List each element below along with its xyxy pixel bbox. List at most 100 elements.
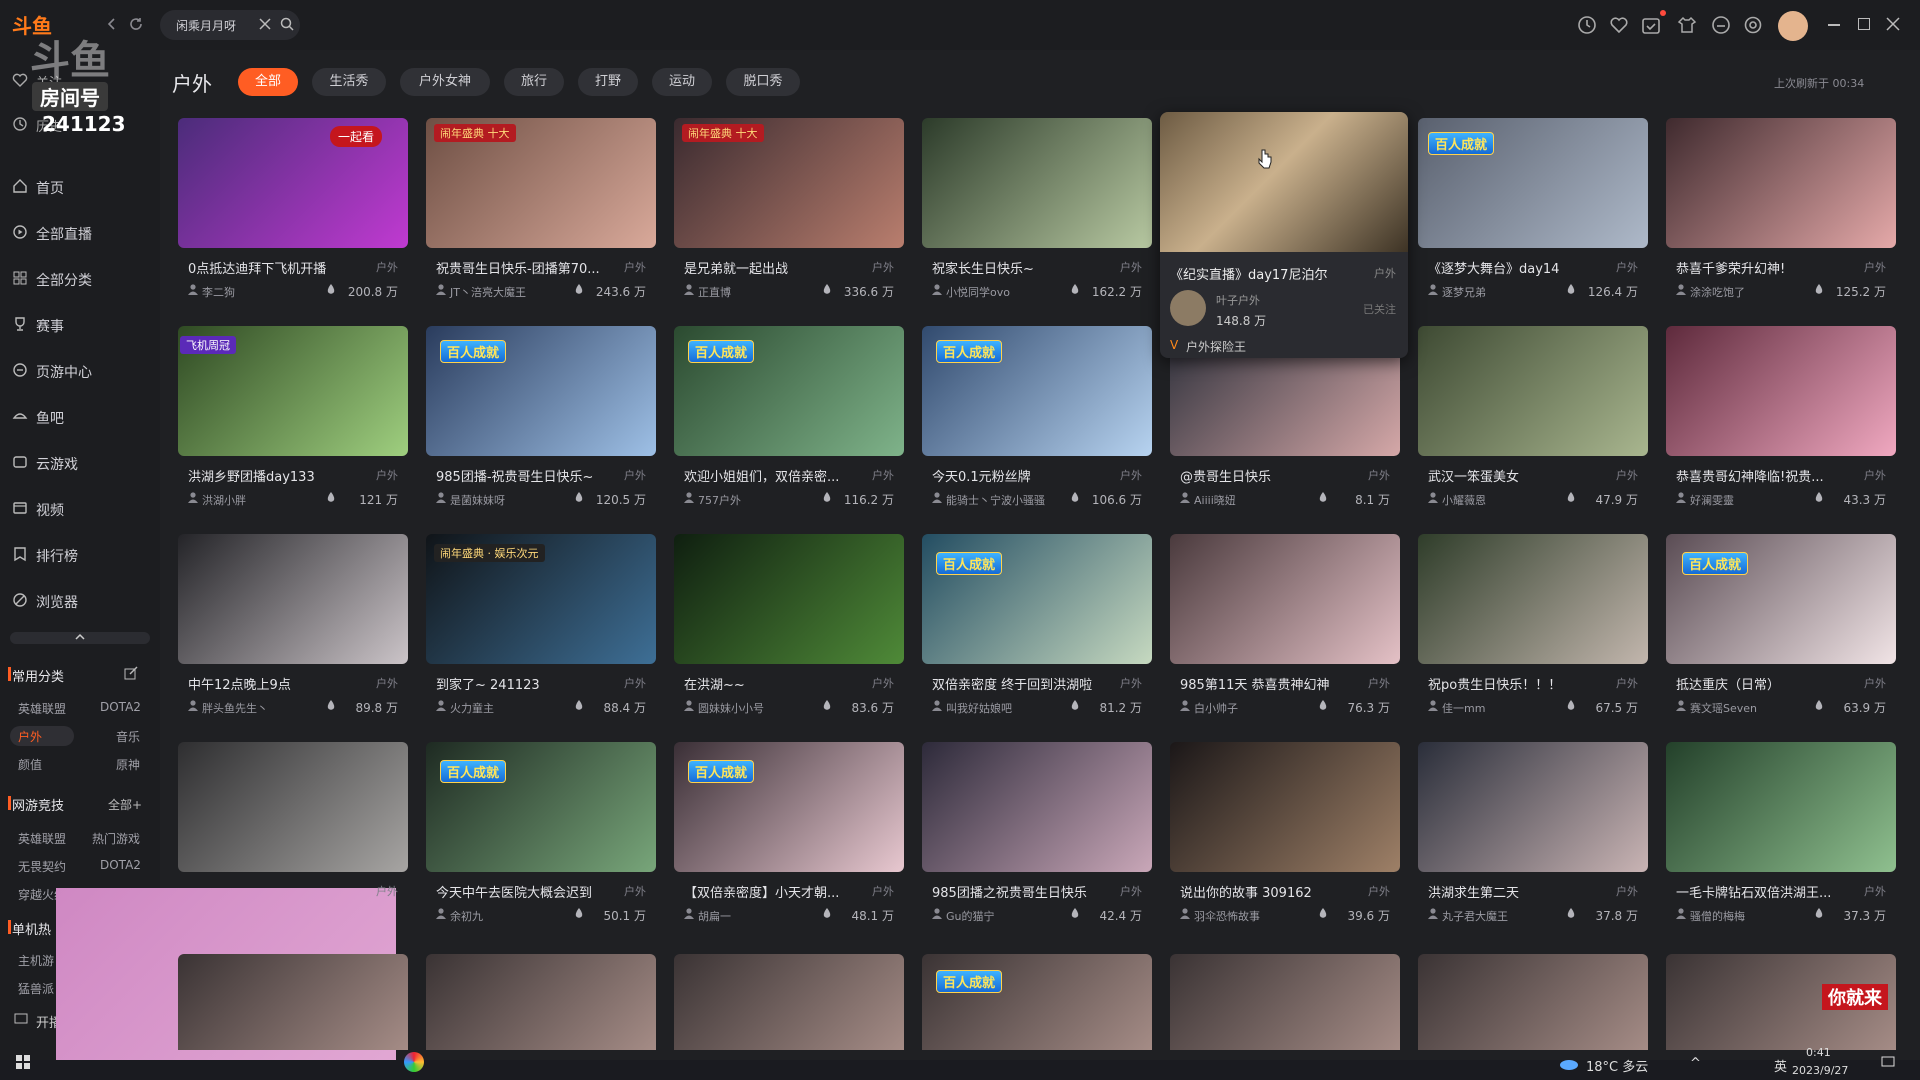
stream-title[interactable]: 今天0.1元粉丝牌 <box>932 466 1100 485</box>
stream-title[interactable]: 985第11天 恭喜贵神幻神 <box>1180 674 1348 693</box>
stream-card[interactable]: 是兄弟就一起出战 户外 正直博 336.6 万 <box>674 118 904 322</box>
stream-thumbnail[interactable] <box>674 534 904 664</box>
streamer-name[interactable]: 骚僧的梅梅 <box>1690 908 1745 924</box>
online-games-more[interactable]: 全部+ <box>108 796 142 813</box>
stream-title[interactable]: 985团播之祝贵哥生日快乐 <box>932 882 1100 901</box>
category-tag[interactable]: 原神 <box>116 756 140 773</box>
streamer-name[interactable]: 丸子君大魔王 <box>1442 908 1508 924</box>
stream-thumbnail[interactable] <box>1418 326 1648 456</box>
streamer-name[interactable]: 叫我好姑娘吧 <box>946 700 1012 716</box>
chevron-up-icon[interactable]: ^ <box>1690 1056 1701 1071</box>
streamer-name[interactable]: JT丶涪亮大魔王 <box>450 284 526 300</box>
stream-card[interactable]: 恭喜千爹荣升幻神! 户外 涂涂吃饱了 125.2 万 <box>1666 118 1896 322</box>
category-tag[interactable]: 英雄联盟 <box>18 830 66 847</box>
streamer-name[interactable]: 赛文瑶Seven <box>1690 700 1757 716</box>
streamer-name[interactable]: 好澜雯靈 <box>1690 492 1734 508</box>
category-tag[interactable]: DOTA2 <box>100 858 141 872</box>
stream-title[interactable]: 0点抵达迪拜下飞机开播 <box>188 258 356 277</box>
stream-title[interactable]: 恭喜贵哥幻神降临!祝贵... <box>1676 466 1844 485</box>
stream-title[interactable]: 双倍亲密度 终于回到洪湖啦 <box>932 674 1100 693</box>
clear-search-icon[interactable] <box>258 17 272 31</box>
streamer-name[interactable]: 小悦同学ovo <box>946 284 1010 300</box>
settings-icon[interactable] <box>1742 14 1764 36</box>
stream-card[interactable]: 中午12点晚上9点 户外 胖头鱼先生丶 89.8 万 <box>178 534 408 738</box>
stream-title[interactable]: 欢迎小姐姐们，双倍亲密... <box>684 466 852 485</box>
sidebar-item-events[interactable]: 赛事 <box>0 304 160 344</box>
streamer-name[interactable]: 涂涂吃饱了 <box>1690 284 1745 300</box>
stream-title[interactable]: @贵哥生日快乐 <box>1180 466 1348 485</box>
stream-thumbnail[interactable] <box>1666 326 1896 456</box>
stream-title[interactable]: 【双倍亲密度】小天才朝... <box>684 882 852 901</box>
chip-standup[interactable]: 脱口秀 <box>726 68 800 96</box>
category-tag[interactable]: 猛兽派 <box>18 980 54 997</box>
hover-title[interactable]: 《纪实直播》day17尼泊尔 <box>1170 264 1327 283</box>
category-tag-active[interactable]: 户外 <box>18 728 42 745</box>
hover-preview-card[interactable]: 《纪实直播》day17尼泊尔 户外 叶子户外 148.8 万 已关注 V 户外探… <box>1160 112 1408 358</box>
hover-streamer[interactable]: 叶子户外 <box>1216 292 1260 308</box>
streamer-name[interactable]: 李二狗 <box>202 284 235 300</box>
chip-sports[interactable]: 运动 <box>652 68 712 96</box>
chip-outdoor-goddess[interactable]: 户外女神 <box>400 68 490 96</box>
broadcast-icon[interactable] <box>14 1012 28 1026</box>
stream-title[interactable]: 洪湖求生第二天 <box>1428 882 1596 901</box>
search-input[interactable]: 闲乘月月呀 <box>176 17 236 34</box>
stream-title[interactable]: 祝po贵生日快乐！！！ <box>1428 674 1596 693</box>
sidebar-item-web-games[interactable]: 页游中心 <box>0 350 160 390</box>
minimize-icon[interactable] <box>1828 24 1840 26</box>
sidebar-item-home[interactable]: 首页 <box>0 166 160 206</box>
hover-preview-video[interactable] <box>1160 112 1408 252</box>
stream-card[interactable]: 武汉一笨蛋美女 户外 小耀薇恩 47.9 万 <box>1418 326 1648 530</box>
sidebar-item-ranking[interactable]: 排行榜 <box>0 534 160 574</box>
stream-card[interactable]: 在洪湖~~ 户外 圆妹妹小小号 83.6 万 <box>674 534 904 738</box>
stream-card[interactable]: 户外 <box>178 742 408 946</box>
stream-thumbnail[interactable] <box>922 742 1152 872</box>
sidebar-item-all-live[interactable]: 全部直播 <box>0 212 160 252</box>
clock-time[interactable]: 0:41 <box>1806 1046 1831 1059</box>
notifications-icon[interactable] <box>1880 1054 1896 1070</box>
streamer-name[interactable]: 洪湖小胖 <box>202 492 246 508</box>
category-tag[interactable]: 颜值 <box>18 756 42 773</box>
stream-title[interactable]: 是兄弟就一起出战 <box>684 258 852 277</box>
stream-thumbnail[interactable] <box>1666 118 1896 248</box>
stream-title[interactable]: 祝贵哥生日快乐-团播第70... <box>436 258 604 277</box>
calendar-icon[interactable] <box>1640 14 1662 36</box>
ime-indicator[interactable]: 英 <box>1774 1056 1787 1075</box>
stream-thumbnail[interactable] <box>178 954 408 1050</box>
stream-thumbnail[interactable] <box>178 742 408 872</box>
maximize-icon[interactable] <box>1858 18 1870 30</box>
stream-thumbnail[interactable] <box>922 118 1152 248</box>
stream-thumbnail[interactable] <box>178 534 408 664</box>
sidebar-item-browser[interactable]: 浏览器 <box>0 580 160 620</box>
chip-travel[interactable]: 旅行 <box>504 68 564 96</box>
stream-thumbnail[interactable] <box>1666 742 1896 872</box>
stream-card[interactable]: 一毛卡牌钻石双倍洪湖王... 户外 骚僧的梅梅 37.3 万 <box>1666 742 1896 946</box>
streamer-name[interactable]: 圆妹妹小小号 <box>698 700 764 716</box>
stream-card[interactable]: 洪湖乡野团播day133 户外 洪湖小胖 121 万 <box>178 326 408 530</box>
stream-card[interactable]: 恭喜贵哥幻神降临!祝贵... 户外 好澜雯靈 43.3 万 <box>1666 326 1896 530</box>
stream-title[interactable]: 洪湖乡野团播day133 <box>188 466 356 485</box>
chip-jungle[interactable]: 打野 <box>578 68 638 96</box>
stream-thumbnail[interactable] <box>1170 534 1400 664</box>
browser-app-icon[interactable] <box>404 1052 424 1072</box>
user-avatar[interactable] <box>1778 11 1808 41</box>
shirt-icon[interactable] <box>1676 14 1698 36</box>
chip-lifeshow[interactable]: 生活秀 <box>312 68 386 96</box>
sidebar-item-yuba[interactable]: 鱼吧 <box>0 396 160 436</box>
category-tag[interactable]: 主机游 <box>18 952 54 969</box>
category-tag[interactable]: DOTA2 <box>100 700 141 714</box>
stream-thumbnail[interactable] <box>674 954 904 1050</box>
windows-start-icon[interactable] <box>16 1055 30 1069</box>
category-tag[interactable]: 热门游戏 <box>92 830 140 847</box>
streamer-name[interactable]: 胡扁一 <box>698 908 731 924</box>
stream-card[interactable]: 祝po贵生日快乐！！！ 户外 佳一mm 67.5 万 <box>1418 534 1648 738</box>
streamer-name[interactable]: Gu的猫宁 <box>946 908 995 924</box>
stream-title[interactable]: 恭喜千爹荣升幻神! <box>1676 258 1844 277</box>
follow-status[interactable]: 已关注 <box>1363 301 1396 317</box>
refresh-icon[interactable] <box>128 16 144 32</box>
stream-card[interactable]: 0点抵达迪拜下飞机开播 户外 李二狗 200.8 万 <box>178 118 408 322</box>
clock-date[interactable]: 2023/9/27 <box>1792 1064 1848 1077</box>
streamer-name[interactable]: 是菌妹妹呀 <box>450 492 505 508</box>
stream-card[interactable]: 说出你的故事 309162 户外 羽伞恐怖故事 39.6 万 <box>1170 742 1400 946</box>
stream-title[interactable]: 中午12点晚上9点 <box>188 674 356 693</box>
stream-title[interactable]: 《逐梦大舞台》day14 <box>1428 258 1596 277</box>
